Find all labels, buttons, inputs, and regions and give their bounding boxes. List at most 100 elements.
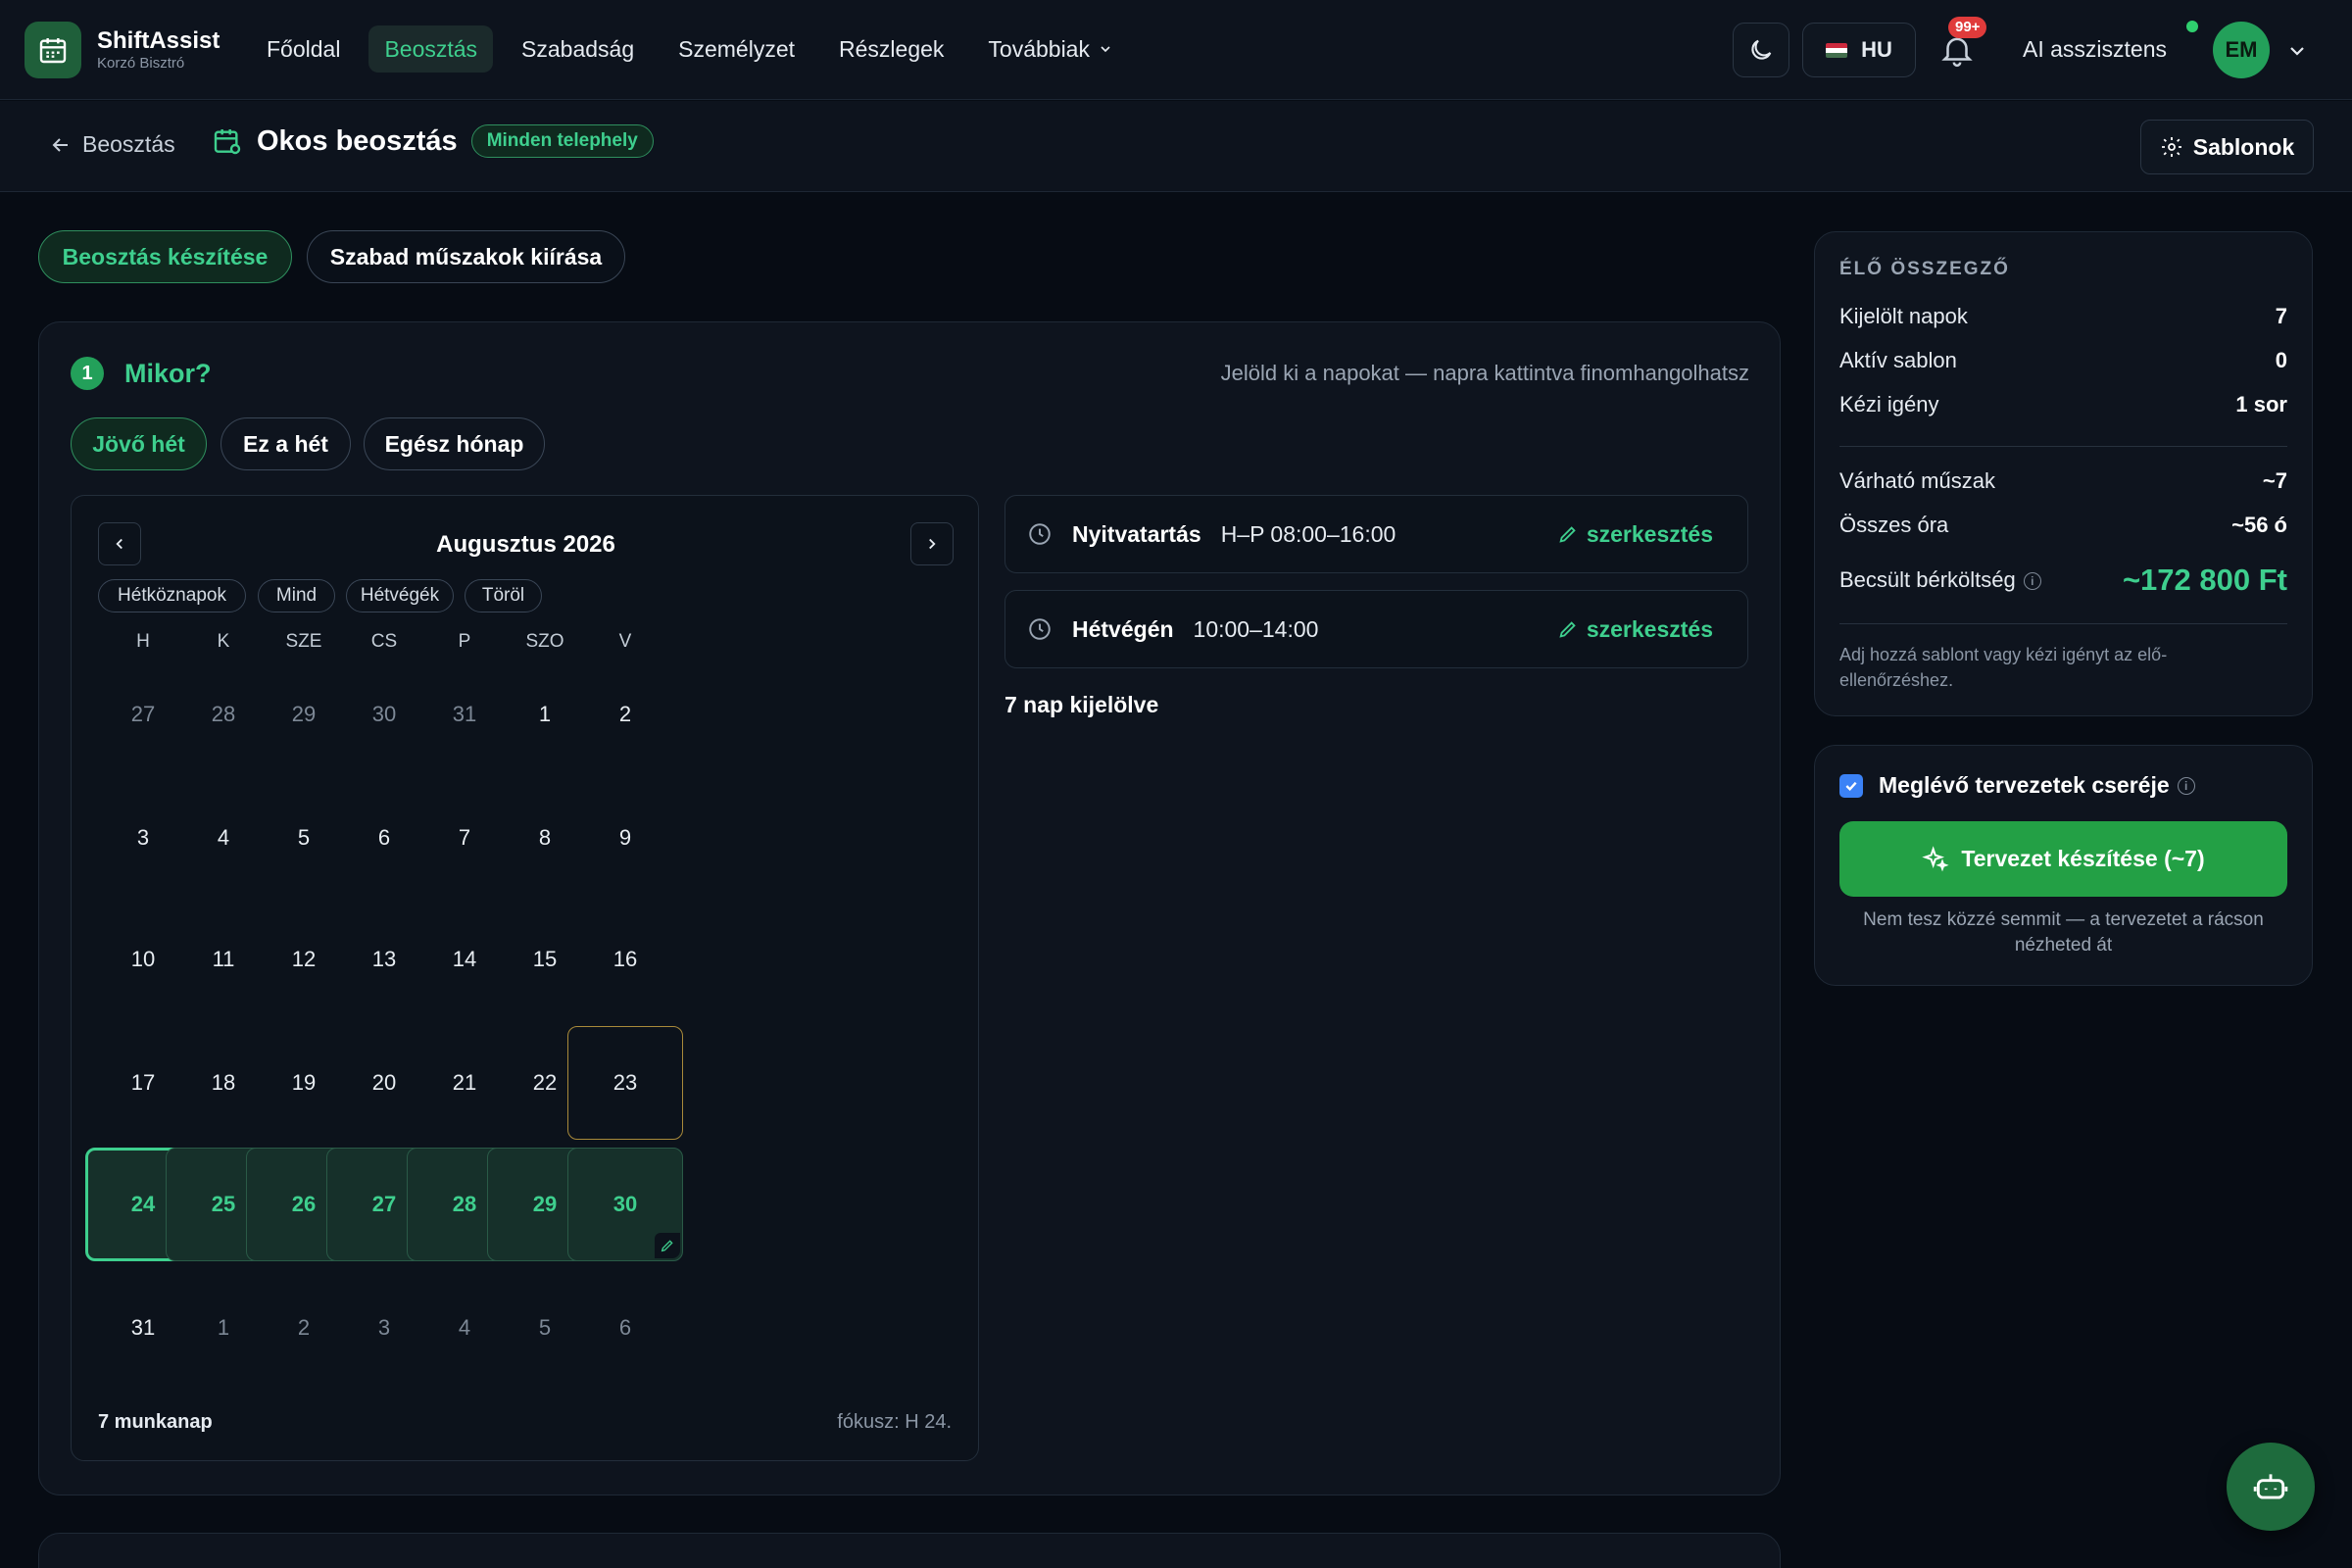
back-label: Beosztás <box>82 131 175 157</box>
day-number: 25 <box>211 1192 236 1216</box>
day-number: 9 <box>618 825 632 850</box>
info-icon[interactable]: i <box>2023 572 2041 591</box>
day-number: 6 <box>618 1315 632 1340</box>
range-whole-month[interactable]: Egész hónap <box>364 417 545 470</box>
day-number: 2 <box>297 1315 311 1340</box>
day-number: 1 <box>538 702 552 726</box>
calendar-day[interactable]: 9 <box>567 781 683 895</box>
theme-toggle-button[interactable] <box>1733 23 1789 77</box>
calendar-day[interactable]: 23 <box>567 1026 683 1140</box>
chip-all[interactable]: Mind <box>258 579 335 612</box>
location-pill[interactable]: Minden telephely <box>470 124 654 158</box>
selected-days-count: 7 nap kijelölve <box>1004 692 1159 717</box>
summary-divider <box>1839 623 2287 624</box>
nav-item-schedule[interactable]: Beosztás <box>368 25 494 73</box>
calendar-settings-icon <box>214 129 241 155</box>
nav-item-staff[interactable]: Személyzet <box>662 25 810 73</box>
generate-draft-button[interactable]: Tervezet készítése (~7) <box>1839 821 2287 897</box>
chip-clear[interactable]: Töröl <box>465 579 542 612</box>
calendar-day[interactable]: 30 <box>567 1148 683 1261</box>
summary-label: Várható műszak <box>1839 468 1995 493</box>
replace-drafts-option[interactable]: Meglévő tervezetek cseréje i <box>1839 772 2195 799</box>
nav-item-more[interactable]: Továbbiak <box>972 25 1129 73</box>
clock-icon <box>1029 618 1051 640</box>
calendar: Augusztus 2026 Hétköznapok Mind Hétvégék… <box>71 495 979 1461</box>
brand: ShiftAssist Korzó Bisztró <box>97 27 220 73</box>
templates-button[interactable]: Sablonok <box>2140 120 2314 174</box>
focus-indicator: fókusz: H 24. <box>837 1411 952 1433</box>
day-number: 19 <box>291 1070 317 1095</box>
account-menu-toggle[interactable] <box>2285 39 2309 63</box>
day-number: 20 <box>371 1070 397 1095</box>
summary-value: 7 <box>2275 304 2287 328</box>
day-number: 26 <box>291 1192 317 1216</box>
summary-label: Kijelölt napok <box>1839 304 1968 328</box>
day-number: 5 <box>538 1315 552 1340</box>
step-title: Mikor? <box>124 359 212 388</box>
edit-label: szerkesztés <box>1586 615 1713 642</box>
language-label: HU <box>1861 37 1892 62</box>
day-number: 1 <box>217 1315 230 1340</box>
app-logo[interactable] <box>24 22 81 78</box>
day-number: 31 <box>130 1315 156 1340</box>
calendar-day[interactable]: 16 <box>567 903 683 1016</box>
main-nav: Főoldal Beosztás Szabadság Személyzet Ré… <box>251 25 1142 73</box>
app-name: ShiftAssist <box>97 27 220 54</box>
edit-weekend-hours-link[interactable]: szerkesztés <box>1557 616 1713 643</box>
summary-row-selected-days: Kijelölt napok 7 <box>1839 304 2287 329</box>
nav-item-leave[interactable]: Szabadság <box>506 25 650 73</box>
summary-title: ÉLŐ ÖSSZEGZŐ <box>1839 259 2010 279</box>
day-number: 18 <box>211 1070 236 1095</box>
info-icon[interactable]: i <box>2177 776 2195 795</box>
opening-hours-value: H–P 08:00–16:00 <box>1220 520 1396 547</box>
day-number: 5 <box>297 825 311 850</box>
chip-weekends[interactable]: Hétvégék <box>346 579 454 612</box>
workday-count: 7 munkanap <box>98 1411 213 1433</box>
summary-value: 1 sor <box>2235 392 2287 416</box>
day-number: 17 <box>130 1070 156 1095</box>
ai-assistant-link[interactable]: AI asszisztens <box>2023 36 2167 63</box>
opening-hours-label: Nyitvatartás <box>1072 520 1201 547</box>
summary-row-expected-shifts: Várható műszak ~7 <box>1839 468 2287 494</box>
day-number: 28 <box>452 1192 477 1216</box>
replace-drafts-label: Meglévő tervezetek cseréje <box>1879 772 2170 798</box>
templates-label: Sablonok <box>2192 133 2295 160</box>
range-this-week[interactable]: Ez a hét <box>220 417 351 470</box>
day-number: 13 <box>371 947 397 971</box>
day-number: 11 <box>212 947 235 971</box>
chip-weekdays[interactable]: Hétköznapok <box>98 579 246 612</box>
edit-label: szerkesztés <box>1586 520 1713 547</box>
tab-create-schedule[interactable]: Beosztás készítése <box>38 230 292 283</box>
nav-item-departments[interactable]: Részlegek <box>823 25 959 73</box>
day-number: 28 <box>211 702 236 726</box>
calendar-day[interactable]: 6 <box>567 1271 683 1385</box>
next-month-button[interactable] <box>910 522 954 565</box>
pencil-icon <box>661 1240 673 1252</box>
summary-label: Kézi igény <box>1839 392 1939 416</box>
summary-label: Becsült bérköltség <box>1839 567 2016 592</box>
pencil-icon <box>1559 526 1576 543</box>
edit-opening-hours-link[interactable]: szerkesztés <box>1557 521 1713 548</box>
moon-icon <box>1751 39 1772 60</box>
summary-label: Összes óra <box>1839 513 1949 537</box>
calendar-month: Augusztus 2026 <box>436 531 615 558</box>
tab-open-shifts[interactable]: Szabad műszakok kiírása <box>307 230 625 283</box>
back-link[interactable]: Beosztás <box>49 131 175 158</box>
day-number: 29 <box>291 702 317 726</box>
range-next-week[interactable]: Jövő hét <box>71 417 207 470</box>
day-number: 2 <box>618 702 632 726</box>
pencil-icon <box>1559 621 1576 638</box>
calendar-day[interactable]: 2 <box>567 658 683 771</box>
summary-row-manual-demand: Kézi igény 1 sor <box>1839 392 2287 417</box>
replace-drafts-checkbox[interactable] <box>1839 773 1863 798</box>
summary-row-active-template: Aktív sablon 0 <box>1839 348 2287 373</box>
avatar[interactable]: EM <box>2213 22 2270 78</box>
nav-item-home[interactable]: Főoldal <box>251 25 356 73</box>
summary-label: Aktív sablon <box>1839 348 1957 372</box>
day-number: 3 <box>377 1315 391 1340</box>
day-number: 8 <box>538 825 552 850</box>
language-selector[interactable]: HU <box>1802 23 1916 77</box>
edit-day-button[interactable] <box>655 1233 680 1258</box>
ai-assistant-fab[interactable] <box>2227 1443 2315 1531</box>
weekend-hours-row: Hétvégén 10:00–14:00 szerkesztés <box>1004 590 1748 668</box>
